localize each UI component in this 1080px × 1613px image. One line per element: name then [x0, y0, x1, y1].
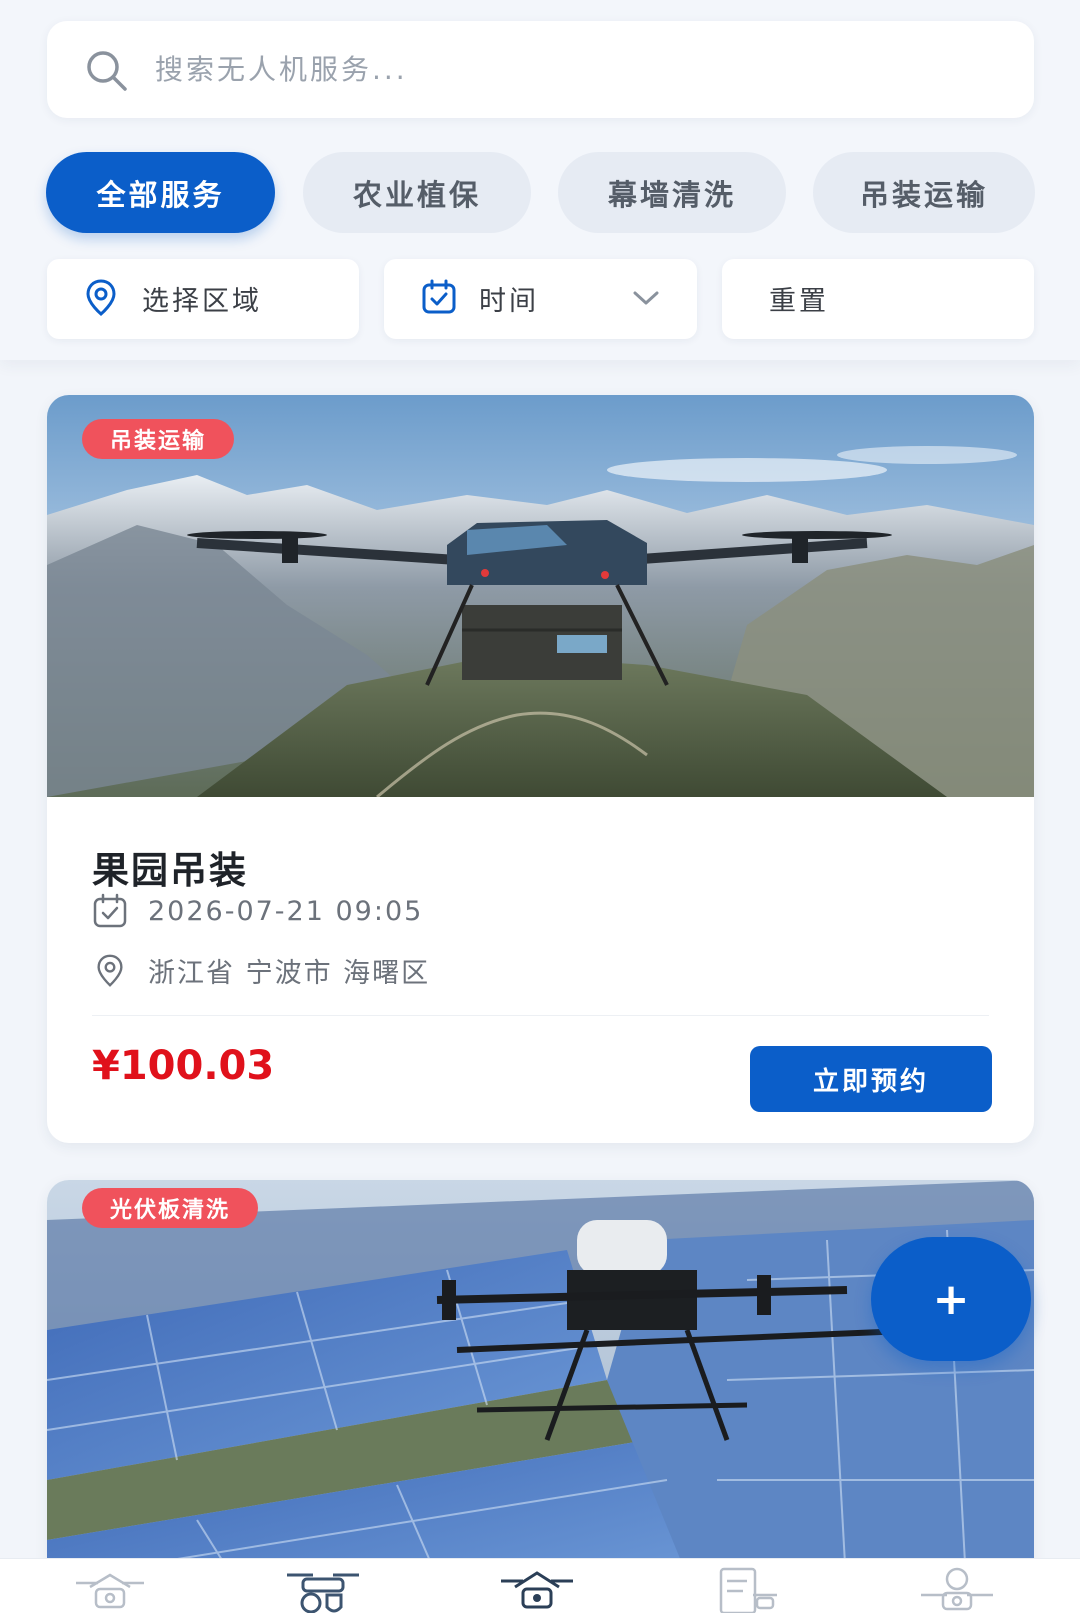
card-image-solar-drone — [47, 1180, 1034, 1600]
chevron-down-icon — [633, 291, 659, 305]
service-card[interactable]: 光伏板清洗 — [47, 1180, 1034, 1600]
card-location-row: 浙江省 宁波市 海曙区 — [92, 951, 430, 990]
category-tag: 光伏板清洗 — [82, 1188, 259, 1228]
card-price: ¥100.03 — [92, 1043, 275, 1089]
location-pin-icon — [97, 954, 123, 987]
time-filter-label: 时间 — [479, 286, 539, 317]
add-fab-button[interactable]: + — [871, 1237, 1031, 1361]
card-datetime-row: 2026-07-21 09:05 — [92, 893, 423, 929]
card-divider — [92, 1015, 989, 1016]
book-now-button[interactable]: 立即预约 — [750, 1046, 992, 1112]
search-input[interactable] — [155, 44, 915, 94]
tab-lifting-transport[interactable]: 吊装运输 — [813, 152, 1035, 233]
region-filter[interactable]: 选择区域 — [47, 259, 359, 339]
tab-all-services[interactable]: 全部服务 — [46, 152, 275, 233]
reset-label: 重置 — [769, 286, 829, 317]
region-filter-label: 选择区域 — [142, 286, 262, 317]
location-pin-icon — [86, 279, 116, 316]
card-datetime: 2026-07-21 09:05 — [148, 895, 424, 927]
time-filter[interactable]: 时间 — [384, 259, 697, 339]
orders-drone-icon[interactable] — [705, 1565, 785, 1613]
tab-agriculture[interactable]: 农业植保 — [303, 152, 531, 233]
header-panel: 全部服务 农业植保 幕墙清洗 吊装运输 选择区域 时间 — [0, 0, 1080, 360]
page: 全部服务 农业植保 幕墙清洗 吊装运输 选择区域 时间 — [0, 0, 1080, 1613]
calendar-icon — [422, 279, 456, 314]
service-card[interactable]: 吊装运输 果园吊装 2026-07-21 09:05 浙江省 宁波市 海曙区 ¥… — [47, 395, 1034, 1143]
services-drone-icon[interactable] — [283, 1565, 363, 1613]
reset-button[interactable]: 重置 — [722, 259, 1034, 339]
center-drone-icon[interactable] — [497, 1565, 577, 1613]
search-icon — [87, 51, 127, 91]
category-tag: 吊装运输 — [82, 419, 235, 459]
calendar-icon — [93, 893, 127, 928]
home-drone-icon[interactable] — [70, 1565, 150, 1613]
bottom-nav — [0, 1558, 1080, 1613]
card-location: 浙江省 宁波市 海曙区 — [148, 958, 431, 989]
profile-drone-icon[interactable] — [917, 1565, 997, 1613]
tab-curtain-wall-cleaning[interactable]: 幕墙清洗 — [558, 152, 786, 233]
card-title: 果园吊装 — [92, 849, 248, 892]
